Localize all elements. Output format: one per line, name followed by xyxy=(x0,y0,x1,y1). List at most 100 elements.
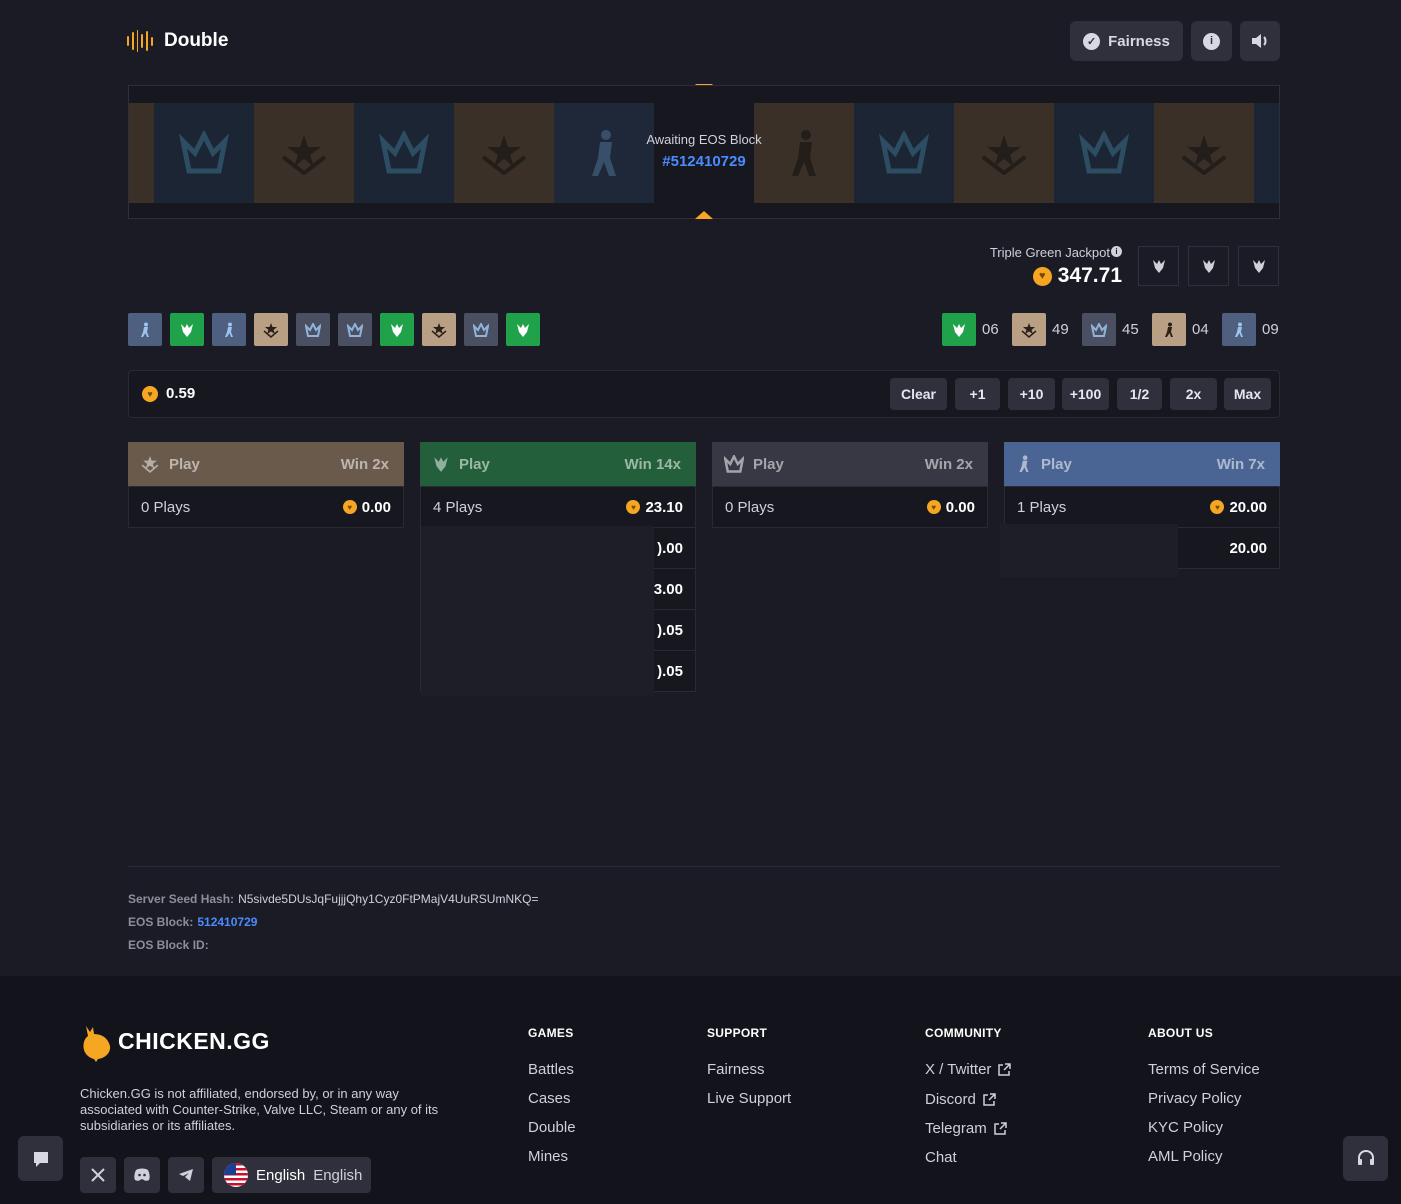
play-label: Play xyxy=(459,455,490,473)
footer-link-kyc[interactable]: KYC Policy xyxy=(1148,1119,1223,1136)
plus-1-button[interactable]: +1 xyxy=(955,378,1000,410)
chat-toggle-button[interactable] xyxy=(18,1136,63,1181)
page-title: Double xyxy=(164,30,229,51)
stat-count: 09 xyxy=(1262,321,1279,338)
stat-count: 06 xyxy=(982,321,999,338)
eos-block-id: EOS Block ID: xyxy=(128,938,209,952)
discord-social-button[interactable] xyxy=(124,1157,160,1193)
brand-name[interactable]: CHICKEN.GG xyxy=(118,1028,270,1055)
fairness-button[interactable]: ✓ Fairness xyxy=(1070,21,1183,61)
speaker-icon xyxy=(1252,34,1267,48)
stat-count: 45 xyxy=(1122,321,1139,338)
stat-crown xyxy=(1082,313,1116,346)
play-label: Play xyxy=(169,455,200,473)
jackpot-info-icon[interactable]: i xyxy=(1111,246,1122,257)
coin-icon: ♥ xyxy=(1032,266,1052,286)
footer-link-double[interactable]: Double xyxy=(528,1119,576,1136)
max-button[interactable]: Max xyxy=(1224,378,1271,410)
games-heading: GAMES xyxy=(528,1026,574,1040)
footer-link-live-support[interactable]: Live Support xyxy=(707,1090,791,1107)
plus-100-button[interactable]: +100 xyxy=(1062,378,1109,410)
column-total: ♥ 0.00 xyxy=(342,499,391,516)
footer-link-fairness[interactable]: Fairness xyxy=(707,1061,765,1078)
footer-link-cases[interactable]: Cases xyxy=(528,1090,571,1107)
win-multiplier: Win 2x xyxy=(340,455,389,473)
chicken-icon xyxy=(1202,260,1215,273)
play-chicken-button[interactable]: Play Win 14x xyxy=(420,442,696,486)
coin-icon: ♥ xyxy=(342,500,357,514)
jackpot-value: ♥ 347.71 xyxy=(960,264,1122,288)
plays-count: 1 Plays xyxy=(1017,498,1067,516)
chicken-icon xyxy=(1152,260,1165,273)
chat-bubble-icon xyxy=(33,1151,48,1167)
footer-link-mines[interactable]: Mines xyxy=(528,1148,568,1165)
play-crown-button[interactable]: Play Win 2x xyxy=(712,442,988,486)
jackpot-amount: 347.71 xyxy=(1057,264,1122,287)
x-social-button[interactable] xyxy=(80,1157,116,1193)
history-item-chicken xyxy=(380,313,414,346)
plays-count: 4 Plays xyxy=(433,498,483,516)
sound-button[interactable] xyxy=(1240,21,1280,61)
clear-button[interactable]: Clear xyxy=(890,378,947,410)
seed-hash-label: Server Seed Hash: xyxy=(128,892,235,906)
stat-tan-soldier xyxy=(1152,313,1186,346)
eos-block-link[interactable]: 512410729 xyxy=(197,915,257,929)
soldier-icon xyxy=(1235,322,1243,337)
bet-amount-value: 0.59 xyxy=(166,385,196,402)
column-total: ♥ 0.00 xyxy=(926,498,975,516)
badge-icon xyxy=(1021,322,1037,338)
footer-link-aml[interactable]: AML Policy xyxy=(1148,1148,1222,1165)
chicken-icon xyxy=(181,323,193,337)
stat-count: 49 xyxy=(1052,321,1069,338)
footer-link-discord[interactable]: Discord xyxy=(925,1091,996,1108)
redacted-user-area xyxy=(1000,524,1178,577)
fairness-label: Fairness xyxy=(1108,32,1170,50)
win-multiplier: Win 2x xyxy=(924,455,973,473)
half-button[interactable]: 1/2 xyxy=(1117,378,1162,410)
coin-icon: ♥ xyxy=(1210,500,1225,514)
telegram-social-button[interactable] xyxy=(168,1157,204,1193)
footer-link-twitter[interactable]: X / Twitter xyxy=(925,1061,1012,1078)
footer-link-chat[interactable]: Chat xyxy=(925,1149,957,1166)
us-flag-icon xyxy=(224,1163,248,1187)
check-icon: ✓ xyxy=(1083,32,1101,50)
headset-icon xyxy=(1357,1149,1374,1165)
soldier-icon xyxy=(141,322,149,337)
bet-amount-input[interactable]: ♥ 0.59 xyxy=(142,385,195,402)
column-total-value: 0.00 xyxy=(945,498,975,516)
jackpot-label: Triple Green Jackpot xyxy=(989,245,1110,260)
roulette-pointer-bottom xyxy=(695,211,713,219)
double-button[interactable]: 2x xyxy=(1170,378,1217,410)
soldier-icon xyxy=(1019,455,1029,472)
coin-icon: ♥ xyxy=(926,500,941,514)
footer-link-privacy[interactable]: Privacy Policy xyxy=(1148,1090,1241,1107)
column-summary: 4 Plays ♥ 23.10 xyxy=(420,486,696,528)
language-selector[interactable]: English English xyxy=(212,1157,371,1193)
chicken-icon xyxy=(1252,260,1265,273)
soldier-icon xyxy=(1165,322,1173,337)
telegram-icon xyxy=(179,1169,193,1181)
plus-10-button[interactable]: +10 xyxy=(1008,378,1055,410)
plays-count: 0 Plays xyxy=(141,498,191,516)
footer-link-telegram[interactable]: Telegram xyxy=(925,1120,1007,1137)
play-badge-button[interactable]: Play Win 2x xyxy=(128,442,404,486)
history-item-crown xyxy=(338,313,372,346)
badge-icon xyxy=(431,322,447,338)
seed-hash-value: N5sivde5DUsJqFujjjQhy1Cyz0FtPMajV4UuRSUm… xyxy=(238,892,539,906)
badge-icon xyxy=(141,456,159,473)
footer-link-terms[interactable]: Terms of Service xyxy=(1148,1061,1260,1078)
support-button[interactable] xyxy=(1343,1136,1388,1181)
language-name: English xyxy=(256,1166,306,1184)
external-link-icon xyxy=(998,1062,1012,1076)
win-multiplier: Win 14x xyxy=(624,455,681,473)
footer-link-battles[interactable]: Battles xyxy=(528,1061,574,1078)
column-total: ♥ 20.00 xyxy=(1210,499,1267,516)
discord-label: Discord xyxy=(925,1091,976,1108)
x-icon xyxy=(91,1168,105,1182)
info-button[interactable]: i xyxy=(1191,21,1232,61)
play-soldier-button[interactable]: Play Win 7x xyxy=(1004,442,1280,486)
plays-count: 0 Plays xyxy=(725,498,775,516)
external-link-icon xyxy=(993,1121,1007,1135)
crown-icon xyxy=(305,322,321,337)
history-item-chicken xyxy=(506,313,540,346)
